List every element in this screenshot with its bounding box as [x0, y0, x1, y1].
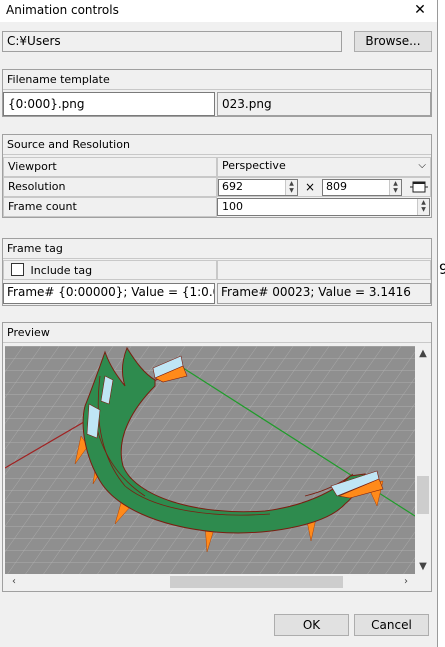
- filename-template-heading: Filename template: [3, 70, 431, 90]
- filename-template-input[interactable]: {0:000}.png: [3, 92, 215, 116]
- frame-tag-heading: Frame tag: [3, 239, 431, 259]
- title-bar: Animation controls ✕: [0, 0, 437, 22]
- spin-down-icon: ▼: [421, 206, 426, 213]
- preview-viewport[interactable]: [5, 346, 415, 574]
- preview-render: [5, 346, 415, 574]
- frame-count-spinner[interactable]: ▲ ▼: [417, 199, 429, 215]
- horizontal-scroll-thumb[interactable]: [170, 576, 343, 588]
- chevron-down-icon: ⌵: [418, 160, 426, 171]
- frame-count-value: 100: [222, 200, 243, 213]
- frame-count-input[interactable]: 100 ▲ ▼: [217, 198, 430, 216]
- spin-up-icon: ▲: [289, 180, 294, 187]
- source-resolution-heading: Source and Resolution: [3, 135, 431, 155]
- include-tag-checkbox[interactable]: [11, 263, 24, 276]
- viewport-size-icon: [410, 181, 428, 193]
- background-window-edge: 9: [438, 0, 445, 647]
- animation-controls-dialog: Animation controls ✕ C:¥Users Browse... …: [0, 0, 438, 647]
- background-text: 9: [439, 262, 445, 278]
- viewport-select[interactable]: Perspective ⌵: [217, 157, 431, 177]
- spin-up-icon: ▲: [393, 180, 398, 187]
- viewport-value: Perspective: [222, 159, 286, 172]
- frame-count-label: Frame count: [3, 197, 217, 217]
- include-tag-row[interactable]: Include tag: [3, 260, 217, 280]
- scroll-down-icon[interactable]: ▼: [415, 561, 431, 572]
- fit-viewport-button[interactable]: [410, 180, 428, 194]
- scroll-up-icon[interactable]: ▲: [415, 348, 431, 359]
- frame-tag-spacer: [217, 260, 431, 280]
- width-value: 692: [222, 180, 243, 193]
- window-title: Animation controls: [6, 3, 119, 17]
- preview-horizontal-scrollbar[interactable]: ‹ ›: [5, 574, 415, 590]
- width-input[interactable]: 692 ▲ ▼: [218, 179, 298, 196]
- frame-tag-template-input[interactable]: Frame# {0:00000}; Value = {1:0.00#: [3, 283, 215, 304]
- preview-vertical-scrollbar[interactable]: ▲ ▼: [415, 346, 431, 574]
- close-button[interactable]: ✕: [403, 0, 437, 22]
- spin-up-icon: ▲: [421, 199, 426, 206]
- filename-preview: 023.png: [217, 92, 431, 116]
- close-icon: ✕: [414, 2, 426, 18]
- scroll-right-icon[interactable]: ›: [399, 576, 413, 587]
- frame-tag-preview: Frame# 00023; Value = 3.1416: [217, 283, 431, 304]
- browse-button[interactable]: Browse...: [354, 31, 432, 52]
- height-value: 809: [326, 180, 347, 193]
- viewport-label: Viewport: [3, 157, 217, 177]
- width-spinner[interactable]: ▲ ▼: [285, 180, 297, 195]
- spin-down-icon: ▼: [289, 187, 294, 194]
- resolution-label: Resolution: [3, 177, 217, 197]
- height-spinner[interactable]: ▲ ▼: [389, 180, 401, 195]
- ok-button[interactable]: OK: [274, 614, 349, 636]
- cancel-button[interactable]: Cancel: [354, 614, 429, 636]
- output-folder-field[interactable]: C:¥Users: [2, 31, 342, 52]
- times-symbol: ×: [305, 180, 316, 194]
- preview-heading: Preview: [3, 323, 431, 343]
- height-input[interactable]: 809 ▲ ▼: [322, 179, 402, 196]
- vertical-scroll-thumb[interactable]: [417, 476, 429, 514]
- include-tag-label: Include tag: [30, 264, 93, 277]
- spin-down-icon: ▼: [393, 187, 398, 194]
- scroll-corner: [415, 574, 431, 590]
- scroll-left-icon[interactable]: ‹: [7, 576, 21, 587]
